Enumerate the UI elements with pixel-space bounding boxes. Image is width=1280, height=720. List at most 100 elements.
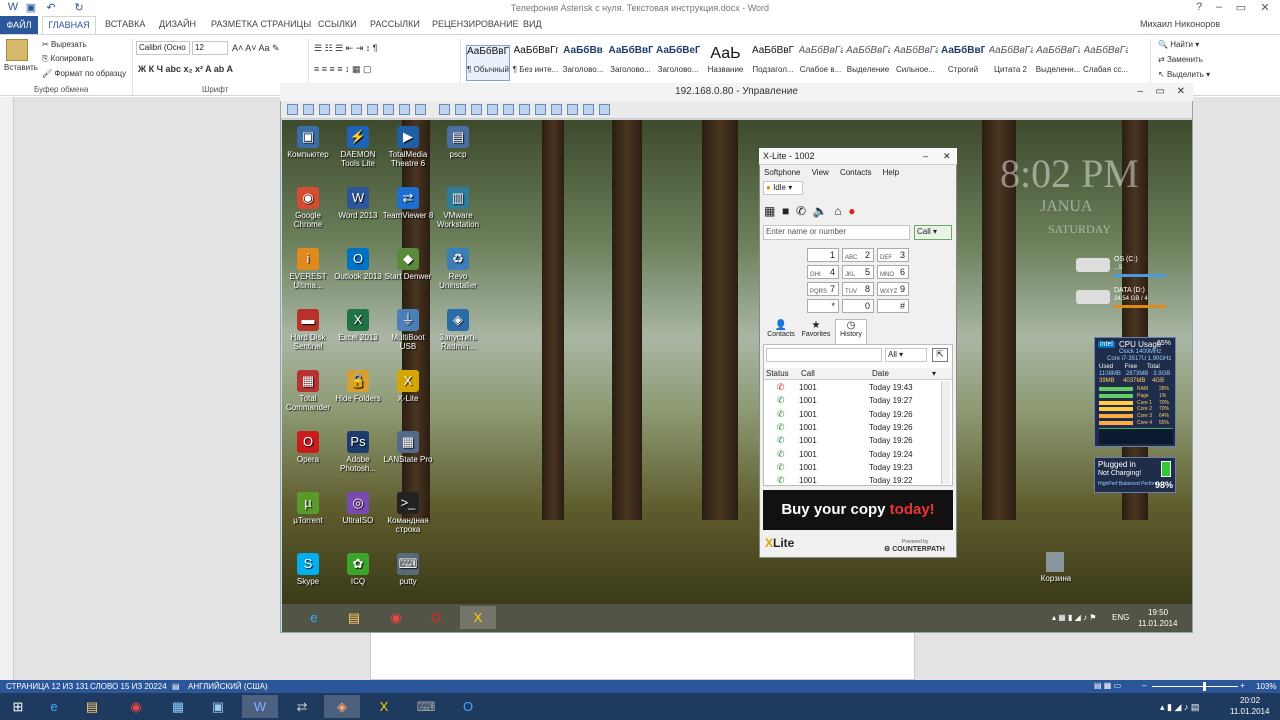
find-button[interactable]: 🔍 Найти ▾ <box>1158 40 1199 49</box>
view-buttons[interactable]: ▤ ▦ ▭ <box>1094 681 1121 690</box>
remote-tool-icon[interactable] <box>399 104 410 115</box>
history-export-icon[interactable]: ⇱ <box>932 348 948 362</box>
copy-button[interactable]: ⎘ Копировать <box>42 54 94 64</box>
tab-history[interactable]: ◷ History <box>835 319 867 344</box>
desktop-icon[interactable]: O Opera <box>282 431 334 464</box>
tab-home[interactable]: ГЛАВНАЯ <box>42 16 96 34</box>
desktop-icon[interactable]: ▤ pscp <box>432 126 484 159</box>
zoom-slider[interactable] <box>1152 686 1238 687</box>
remote-tool-icon[interactable] <box>487 104 498 115</box>
table-row[interactable]: ✆ 1001 Today 19:23 <box>765 461 940 474</box>
number-input[interactable]: Enter name or number <box>763 225 910 240</box>
tab-insert[interactable]: ВСТАВКА <box>105 19 145 29</box>
remote-tool-icon[interactable] <box>383 104 394 115</box>
remote-tool-icon[interactable] <box>535 104 546 115</box>
tab-references[interactable]: ССЫЛКИ <box>318 19 357 29</box>
tab-review[interactable]: РЕЦЕНЗИРОВАНИЕ <box>432 19 519 29</box>
desktop-icon[interactable]: ▦ LANState Pro <box>382 431 434 464</box>
remote-maximize-button[interactable]: ▭ <box>1156 83 1165 101</box>
history-search-input[interactable] <box>766 348 882 362</box>
user-name[interactable]: Михаил Никоноров <box>1140 19 1220 29</box>
font-size-buttons[interactable]: A˄ A˅ Aa ✎ <box>232 43 280 54</box>
voicemail-icon[interactable]: ⌂ <box>834 204 841 218</box>
desktop-icon[interactable]: S Skype <box>282 553 334 586</box>
table-row[interactable]: ✆ 1001 Today 19:26 <box>765 408 940 421</box>
desktop-icon[interactable]: ✿ ICQ <box>332 553 384 586</box>
dialpad-key[interactable]: MNO 6 <box>877 265 909 279</box>
sort-icon[interactable]: ▾ <box>932 369 936 378</box>
desktop-icon[interactable]: Ps Adobe Photosh... <box>332 431 384 473</box>
remote-tool-icon[interactable] <box>551 104 562 115</box>
word-taskbar-icon[interactable]: W <box>242 695 278 718</box>
proofing-icon[interactable]: ▤ <box>172 682 180 691</box>
dialpad-key[interactable]: WXYZ 9 <box>877 282 909 296</box>
dialpad-key[interactable]: TUV 8 <box>842 282 874 296</box>
tab-favorites[interactable]: ★ Favorites <box>799 320 833 338</box>
desktop-icon[interactable]: ◈ Запустить Radmin... <box>432 309 484 351</box>
remote-tool-icon[interactable] <box>335 104 346 115</box>
explorer-taskbar-icon[interactable]: ▤ <box>74 695 110 718</box>
record-icon[interactable]: ● <box>848 204 855 218</box>
help-icon[interactable]: ? <box>1188 1 1210 15</box>
teamviewer-taskbar-icon[interactable]: ⇄ <box>284 695 320 718</box>
desktop-icon[interactable]: W Word 2013 <box>332 187 384 220</box>
xlite-close-button[interactable]: ✕ <box>943 148 951 165</box>
col-status[interactable]: Status <box>766 369 789 378</box>
tray-date[interactable]: 11.01.2014 <box>1138 619 1177 628</box>
desktop-icon[interactable]: ▥ VMware Workstation <box>432 187 484 229</box>
replace-button[interactable]: ⇄ Заменить <box>1158 55 1203 64</box>
call-button[interactable]: Call ▾ <box>914 225 952 240</box>
outlook-taskbar-icon[interactable]: O <box>450 695 486 718</box>
phone-icon[interactable]: ✆ <box>796 204 806 218</box>
desktop-icon[interactable]: ▶ TotalMedia Theatre 6 <box>382 126 434 168</box>
radmin-taskbar-icon[interactable]: ◈ <box>324 695 360 718</box>
desktop-icon[interactable]: ⚡ DAEMON Tools Lite <box>332 126 384 168</box>
xlite-taskbar-icon[interactable]: X <box>460 606 496 629</box>
menu-help[interactable]: Help <box>883 168 899 177</box>
zoom-out-icon[interactable]: – <box>1142 681 1146 690</box>
table-row[interactable]: ✆ 1001 Today 19:27 <box>765 394 940 407</box>
speaker-icon[interactable]: 🔈 <box>813 204 828 218</box>
remote-tool-icon[interactable] <box>439 104 450 115</box>
remote-tool-icon[interactable] <box>367 104 378 115</box>
dialpad-key[interactable]: 0 <box>842 299 874 313</box>
dialpad-key[interactable]: * <box>807 299 839 313</box>
buy-banner[interactable]: Buy your copy today! <box>763 490 953 530</box>
desktop-icon[interactable]: ⇄ TeamViewer 8 <box>382 187 434 220</box>
tab-layout[interactable]: РАЗМЕТКА СТРАНИЦЫ <box>211 19 311 29</box>
close-button[interactable]: ✕ <box>1254 1 1276 15</box>
language[interactable]: АНГЛИЙСКИЙ (США) <box>188 682 268 691</box>
desktop-icon[interactable]: ♻ Revo Uninstaller <box>432 248 484 290</box>
desktop-icon[interactable]: ▦ Total Commander <box>282 370 334 412</box>
table-row[interactable]: ✆ 1001 Today 19:43 <box>765 381 940 394</box>
start-button[interactable]: ⊞ <box>0 695 36 718</box>
menu-softphone[interactable]: Softphone <box>764 168 800 177</box>
menu-contacts[interactable]: Contacts <box>840 168 872 177</box>
xlite-minimize-button[interactable]: – <box>923 148 928 165</box>
history-filter-select[interactable]: All ▾ <box>885 348 927 362</box>
style-preview[interactable]: АаБбВвГг, <box>466 45 510 81</box>
remote-tool-icon[interactable] <box>455 104 466 115</box>
tab-contacts[interactable]: 👤 Contacts <box>765 320 797 338</box>
table-row[interactable]: ✆ 1001 Today 19:22 <box>765 474 940 487</box>
desktop-icon[interactable]: µ µTorrent <box>282 492 334 525</box>
opera-icon[interactable]: O <box>418 606 454 629</box>
word-count[interactable]: СЛОВО 15 ИЗ 20224 <box>90 682 167 691</box>
remote-tool-icon[interactable] <box>319 104 330 115</box>
font-format-buttons[interactable]: Ж К Ч abc x₂ x² A ab A <box>138 64 233 74</box>
col-date[interactable]: Date <box>872 369 889 378</box>
tray-time[interactable]: 19:50 <box>1148 608 1168 617</box>
desktop-icon[interactable]: 🔒 Hide Folders <box>332 370 384 403</box>
putty-taskbar-icon[interactable]: ⌨ <box>408 695 444 718</box>
dialpad-key[interactable]: JKL 5 <box>842 265 874 279</box>
col-call[interactable]: Call <box>801 369 815 378</box>
remote-tool-icon[interactable] <box>303 104 314 115</box>
chrome-taskbar-icon[interactable]: ◉ <box>118 695 154 718</box>
dialpad-icon[interactable]: ▦ <box>764 204 775 218</box>
dialpad-key[interactable]: ABC 2 <box>842 248 874 262</box>
remote-tool-icon[interactable] <box>503 104 514 115</box>
network-taskbar-icon[interactable]: ▦ <box>160 695 196 718</box>
desktop-icon[interactable]: ◉ Google Chrome <box>282 187 334 229</box>
video-icon[interactable]: ■ <box>782 204 789 218</box>
tab-view[interactable]: ВИД <box>523 19 542 29</box>
